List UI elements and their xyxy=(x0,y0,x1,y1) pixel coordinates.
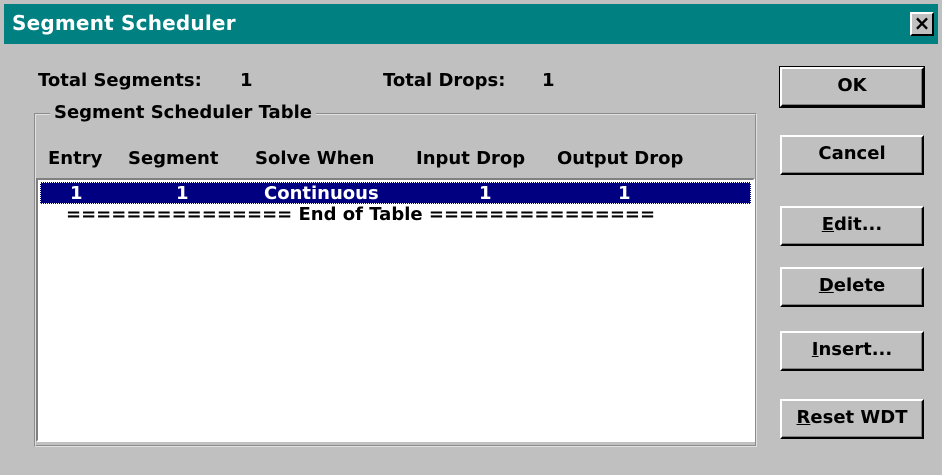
column-header-input-drop: Input Drop xyxy=(416,148,526,169)
table-row[interactable]: 1 1 Continuous 1 1 xyxy=(40,182,751,204)
cancel-button[interactable]: Cancel xyxy=(780,135,924,175)
end-of-table-marker: =============== End of Table ===========… xyxy=(66,204,656,225)
total-drops-label: Total Drops: xyxy=(383,70,506,91)
ok-button[interactable]: OK xyxy=(779,66,925,108)
column-header-solve-when: Solve When xyxy=(255,148,375,169)
insert-button[interactable]: Insert... xyxy=(780,331,924,371)
cell-input-drop: 1 xyxy=(479,183,492,204)
total-segments-value: 1 xyxy=(240,70,253,91)
segment-table-listbox[interactable]: 1 1 Continuous 1 1 =============== End o… xyxy=(36,178,755,442)
group-label: Segment Scheduler Table xyxy=(50,102,316,123)
total-drops-value: 1 xyxy=(542,70,555,91)
edit-button[interactable]: Edit... xyxy=(780,206,924,246)
cell-output-drop: 1 xyxy=(618,183,631,204)
column-header-segment: Segment xyxy=(128,148,219,169)
reset-accelerator: R xyxy=(796,407,811,428)
edit-accelerator: E xyxy=(821,214,835,235)
delete-label: elete xyxy=(833,275,886,296)
column-header-entry: Entry xyxy=(48,148,103,169)
insert-label: nsert... xyxy=(818,339,893,360)
column-header-output-drop: Output Drop xyxy=(557,148,684,169)
cell-segment: 1 xyxy=(176,183,189,204)
close-icon[interactable]: × xyxy=(910,12,934,36)
reset-label: eset WDT xyxy=(810,407,908,428)
delete-button[interactable]: Delete xyxy=(780,267,924,307)
edit-label: dit... xyxy=(834,214,883,235)
reset-wdt-button[interactable]: Reset WDT xyxy=(780,399,924,439)
total-segments-label: Total Segments: xyxy=(38,70,202,91)
window-title: Segment Scheduler xyxy=(12,11,236,35)
delete-accelerator: D xyxy=(818,275,834,296)
segment-scheduler-dialog: Segment Scheduler × Total Segments: 1 To… xyxy=(0,0,942,475)
cell-solve-when: Continuous xyxy=(264,183,379,204)
cell-entry: 1 xyxy=(70,183,83,204)
title-bar[interactable]: Segment Scheduler × xyxy=(4,4,938,44)
